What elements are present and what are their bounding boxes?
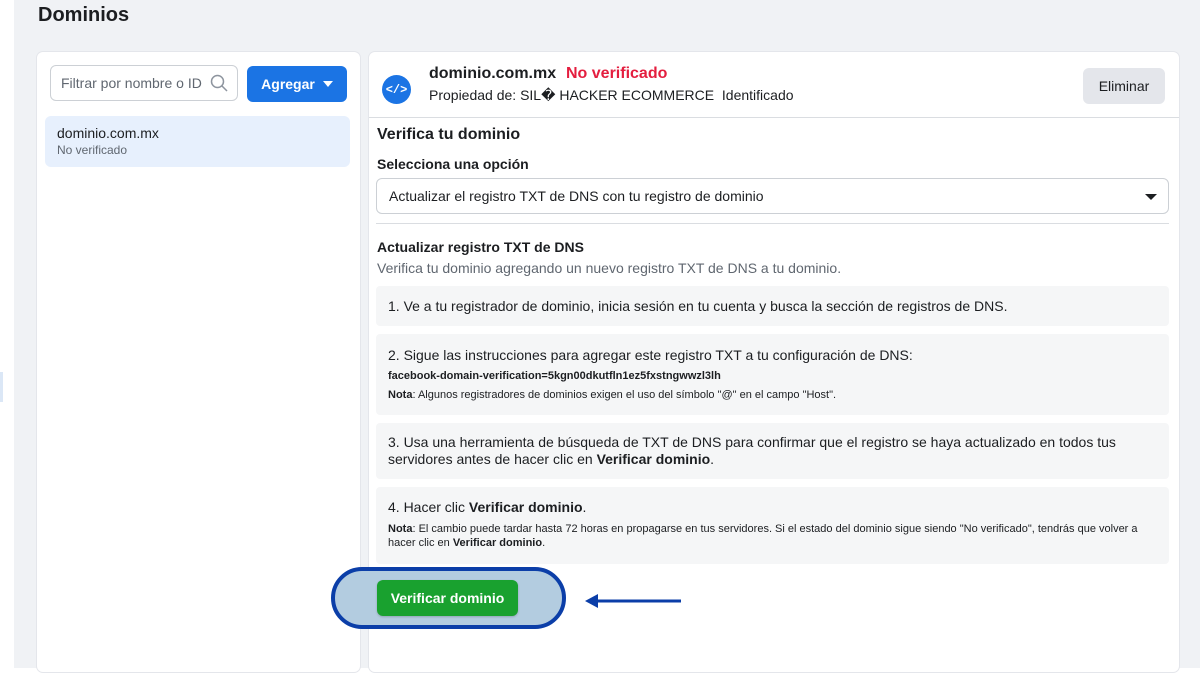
add-button-label: Agregar [261, 76, 315, 92]
note-label: Nota [388, 389, 413, 401]
step-4-text-end: . [582, 499, 587, 515]
step-2-text: 2. Sigue las instrucciones para agregar … [388, 347, 913, 363]
filter-field[interactable] [50, 65, 238, 101]
step-4-note-end: . [542, 537, 546, 549]
page-title: Dominios [38, 4, 130, 26]
chevron-down-icon [322, 81, 333, 87]
option-select-label: Selecciona una opción [377, 156, 529, 172]
property-line: Propiedad de: SIL� HACKER ECOMMERCE Iden… [429, 87, 794, 104]
step-2-note: Nota: Algunos registradores de dominios … [388, 388, 1157, 402]
delete-button[interactable]: Eliminar [1083, 68, 1165, 104]
arrow-left-icon [585, 594, 681, 608]
property-identified: Identificado [721, 87, 794, 103]
step-3-text: 3. Usa una herramienta de búsqueda de TX… [388, 434, 1157, 468]
step-2: 2. Sigue las instrucciones para agregar … [376, 334, 1169, 415]
domain-list-panel: Agregar dominio.com.mx No verificado [37, 52, 360, 672]
step-4-note-bold: Verificar dominio [452, 537, 543, 549]
step-4-text: 4. Hacer clic Verificar dominio. [388, 499, 1157, 516]
selected-option: Actualizar el registro TXT de DNS con tu… [389, 188, 764, 204]
verify-domain-button[interactable]: Verificar dominio [377, 580, 518, 616]
domain-header: </> dominio.com.mx No verificado Propied… [369, 52, 1179, 118]
step-3-text-bold: Verificar dominio [596, 451, 711, 467]
code-icon: </> [382, 75, 411, 104]
step-3-text-main: 3. Usa una herramienta de búsqueda de TX… [388, 434, 1116, 467]
step-4-text-main: 4. Hacer clic [388, 499, 469, 515]
domain-list-name: dominio.com.mx [57, 125, 159, 141]
divider [376, 223, 1169, 224]
domain-status-badge: No verificado [566, 65, 668, 82]
step-3: 3. Usa una herramienta de búsqueda de TX… [376, 423, 1169, 479]
dns-section-title: Actualizar registro TXT de DNS [377, 239, 584, 255]
filter-input[interactable] [51, 66, 211, 100]
step-3-text-end: . [710, 451, 715, 467]
step-1: 1. Ve a tu registrador de dominio, inici… [376, 286, 1169, 326]
dns-section-subtitle: Verifica tu dominio agregando un nuevo r… [377, 260, 842, 276]
step-1-text: 1. Ve a tu registrador de dominio, inici… [388, 297, 1008, 314]
chevron-down-icon [1145, 194, 1157, 200]
verify-title: Verifica tu dominio [377, 126, 521, 143]
txt-record-value[interactable]: facebook-domain-verification=5kgn00dkutf… [388, 370, 1157, 382]
domain-list-status: No verificado [57, 143, 128, 157]
step-4-text-bold: Verificar dominio [468, 499, 583, 515]
scroll-indicator [0, 372, 3, 402]
search-icon[interactable] [210, 74, 228, 92]
domain-list-item[interactable]: dominio.com.mx No verificado [45, 116, 350, 167]
step-4: 4. Hacer clic Verificar dominio. Nota: E… [376, 487, 1169, 564]
property-owner: Propiedad de: SIL� HACKER ECOMMERCE [429, 87, 715, 103]
step-2-note-text: : Algunos registradores de dominios exig… [412, 389, 837, 401]
note-label: Nota [388, 523, 413, 535]
step-4-note: Nota: El cambio puede tardar hasta 72 ho… [388, 522, 1157, 550]
domain-name: dominio.com.mx [429, 65, 557, 82]
verification-method-select[interactable]: Actualizar el registro TXT de DNS con tu… [376, 178, 1169, 214]
add-button[interactable]: Agregar [247, 66, 347, 102]
